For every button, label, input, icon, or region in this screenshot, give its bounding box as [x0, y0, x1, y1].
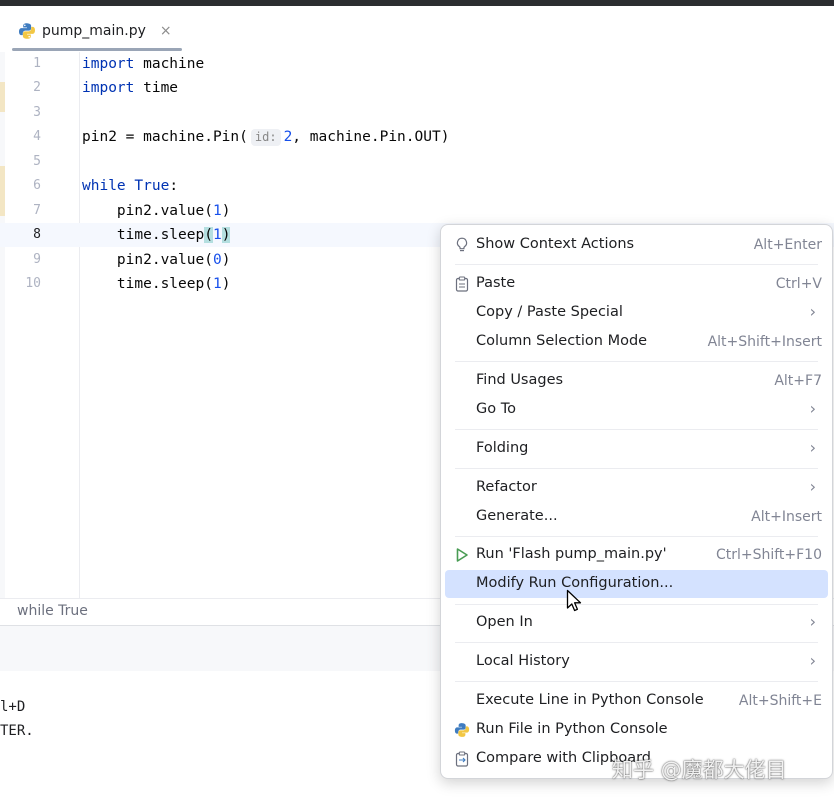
menu-item-generate[interactable]: Generate... Alt+Insert — [445, 503, 828, 531]
menu-item-execute-line-console[interactable]: Execute Line in Python Console Alt+Shift… — [445, 687, 828, 715]
menu-separator — [455, 468, 818, 469]
line-number: 4 — [33, 129, 41, 144]
code-line[interactable]: 5 — [0, 150, 834, 174]
mouse-pointer-icon — [566, 589, 582, 612]
line-number: 2 — [33, 80, 41, 95]
tab-pump-main[interactable]: pump_main.py × — [6, 12, 182, 51]
menu-item-copy-paste-special[interactable]: Copy / Paste Special › — [445, 299, 828, 327]
menu-item-paste[interactable]: Paste Ctrl+V — [445, 270, 828, 298]
menu-separator — [455, 536, 818, 537]
code-line[interactable]: 4 pin2 = machine.Pin(id: 2, machine.Pin.O… — [0, 125, 834, 149]
tab-close-icon[interactable]: × — [160, 23, 172, 39]
console-output-line: l+D — [0, 699, 26, 715]
code-text: pin2.value(1) — [82, 203, 231, 219]
menu-item-local-history[interactable]: Local History › — [445, 648, 828, 676]
submenu-chevron-icon: › — [809, 477, 816, 496]
menu-separator — [455, 264, 818, 265]
menu-separator — [455, 361, 818, 362]
matched-brace: ) — [221, 227, 231, 243]
menu-item-column-selection-mode[interactable]: Column Selection Mode Alt+Shift+Insert — [445, 328, 828, 356]
menu-separator — [455, 642, 818, 643]
line-number: 5 — [33, 154, 41, 169]
line-number: 7 — [33, 203, 41, 218]
breadcrumb[interactable]: while True — [17, 603, 88, 619]
menu-separator — [455, 429, 818, 430]
compare-clipboard-icon — [453, 750, 471, 768]
line-number: 8 — [33, 227, 41, 242]
menu-item-run-flash[interactable]: Run 'Flash pump_main.py' Ctrl+Shift+F10 — [445, 541, 828, 569]
python-console-icon — [453, 721, 471, 739]
code-line[interactable]: 3 — [0, 101, 834, 125]
line-number: 1 — [33, 56, 41, 71]
parameter-hint: id: — [250, 129, 281, 146]
code-text: import time — [82, 80, 179, 96]
code-line[interactable]: 7 pin2.value(1) — [0, 199, 834, 223]
line-number: 3 — [33, 105, 41, 120]
menu-item-open-in[interactable]: Open In › — [445, 609, 828, 637]
code-text: pin2.value(0) — [82, 252, 231, 268]
code-text: time.sleep(1) — [82, 227, 231, 243]
clipboard-icon — [453, 275, 471, 293]
menu-separator — [455, 604, 818, 605]
menu-item-show-context-actions[interactable]: Show Context Actions Alt+Enter — [445, 231, 828, 259]
run-play-icon — [453, 546, 471, 564]
submenu-chevron-icon: › — [809, 399, 816, 418]
submenu-chevron-icon: › — [809, 651, 816, 670]
line-number: 10 — [25, 276, 41, 291]
submenu-chevron-icon: › — [809, 302, 816, 321]
code-line[interactable]: 2 import time — [0, 76, 834, 100]
code-line[interactable]: 1 import machine — [0, 52, 834, 76]
lightbulb-icon — [453, 236, 471, 254]
menu-separator — [455, 681, 818, 682]
submenu-chevron-icon: › — [809, 438, 816, 457]
python-file-icon — [19, 23, 35, 39]
line-number: 6 — [33, 178, 41, 193]
matched-brace: ( — [204, 227, 213, 243]
menu-item-run-file-console[interactable]: Run File in Python Console — [445, 716, 828, 744]
code-text: while True: — [82, 178, 179, 194]
menu-item-folding[interactable]: Folding › — [445, 435, 828, 463]
editor-tab-bar: pump_main.py × — [0, 6, 834, 53]
menu-item-go-to[interactable]: Go To › — [445, 396, 828, 424]
context-menu: Show Context Actions Alt+Enter Paste Ctr… — [440, 224, 833, 779]
code-text: import machine — [82, 56, 205, 72]
active-tab-indicator — [12, 48, 182, 51]
menu-item-find-usages[interactable]: Find Usages Alt+F7 — [445, 367, 828, 395]
code-line[interactable]: 6 while True: — [0, 174, 834, 198]
console-output-line: TER. — [0, 723, 34, 739]
code-text: time.sleep(1) — [82, 276, 231, 292]
menu-item-modify-run-configuration[interactable]: Modify Run Configuration... — [445, 570, 828, 598]
code-text: pin2 = machine.Pin(id: 2, machine.Pin.OUT… — [82, 129, 450, 146]
menu-item-refactor[interactable]: Refactor › — [445, 474, 828, 502]
zhihu-watermark: 知乎 @魔都大佬目 — [612, 758, 787, 782]
submenu-chevron-icon: › — [809, 612, 816, 631]
tab-title: pump_main.py — [42, 23, 146, 39]
line-number: 9 — [33, 252, 41, 267]
